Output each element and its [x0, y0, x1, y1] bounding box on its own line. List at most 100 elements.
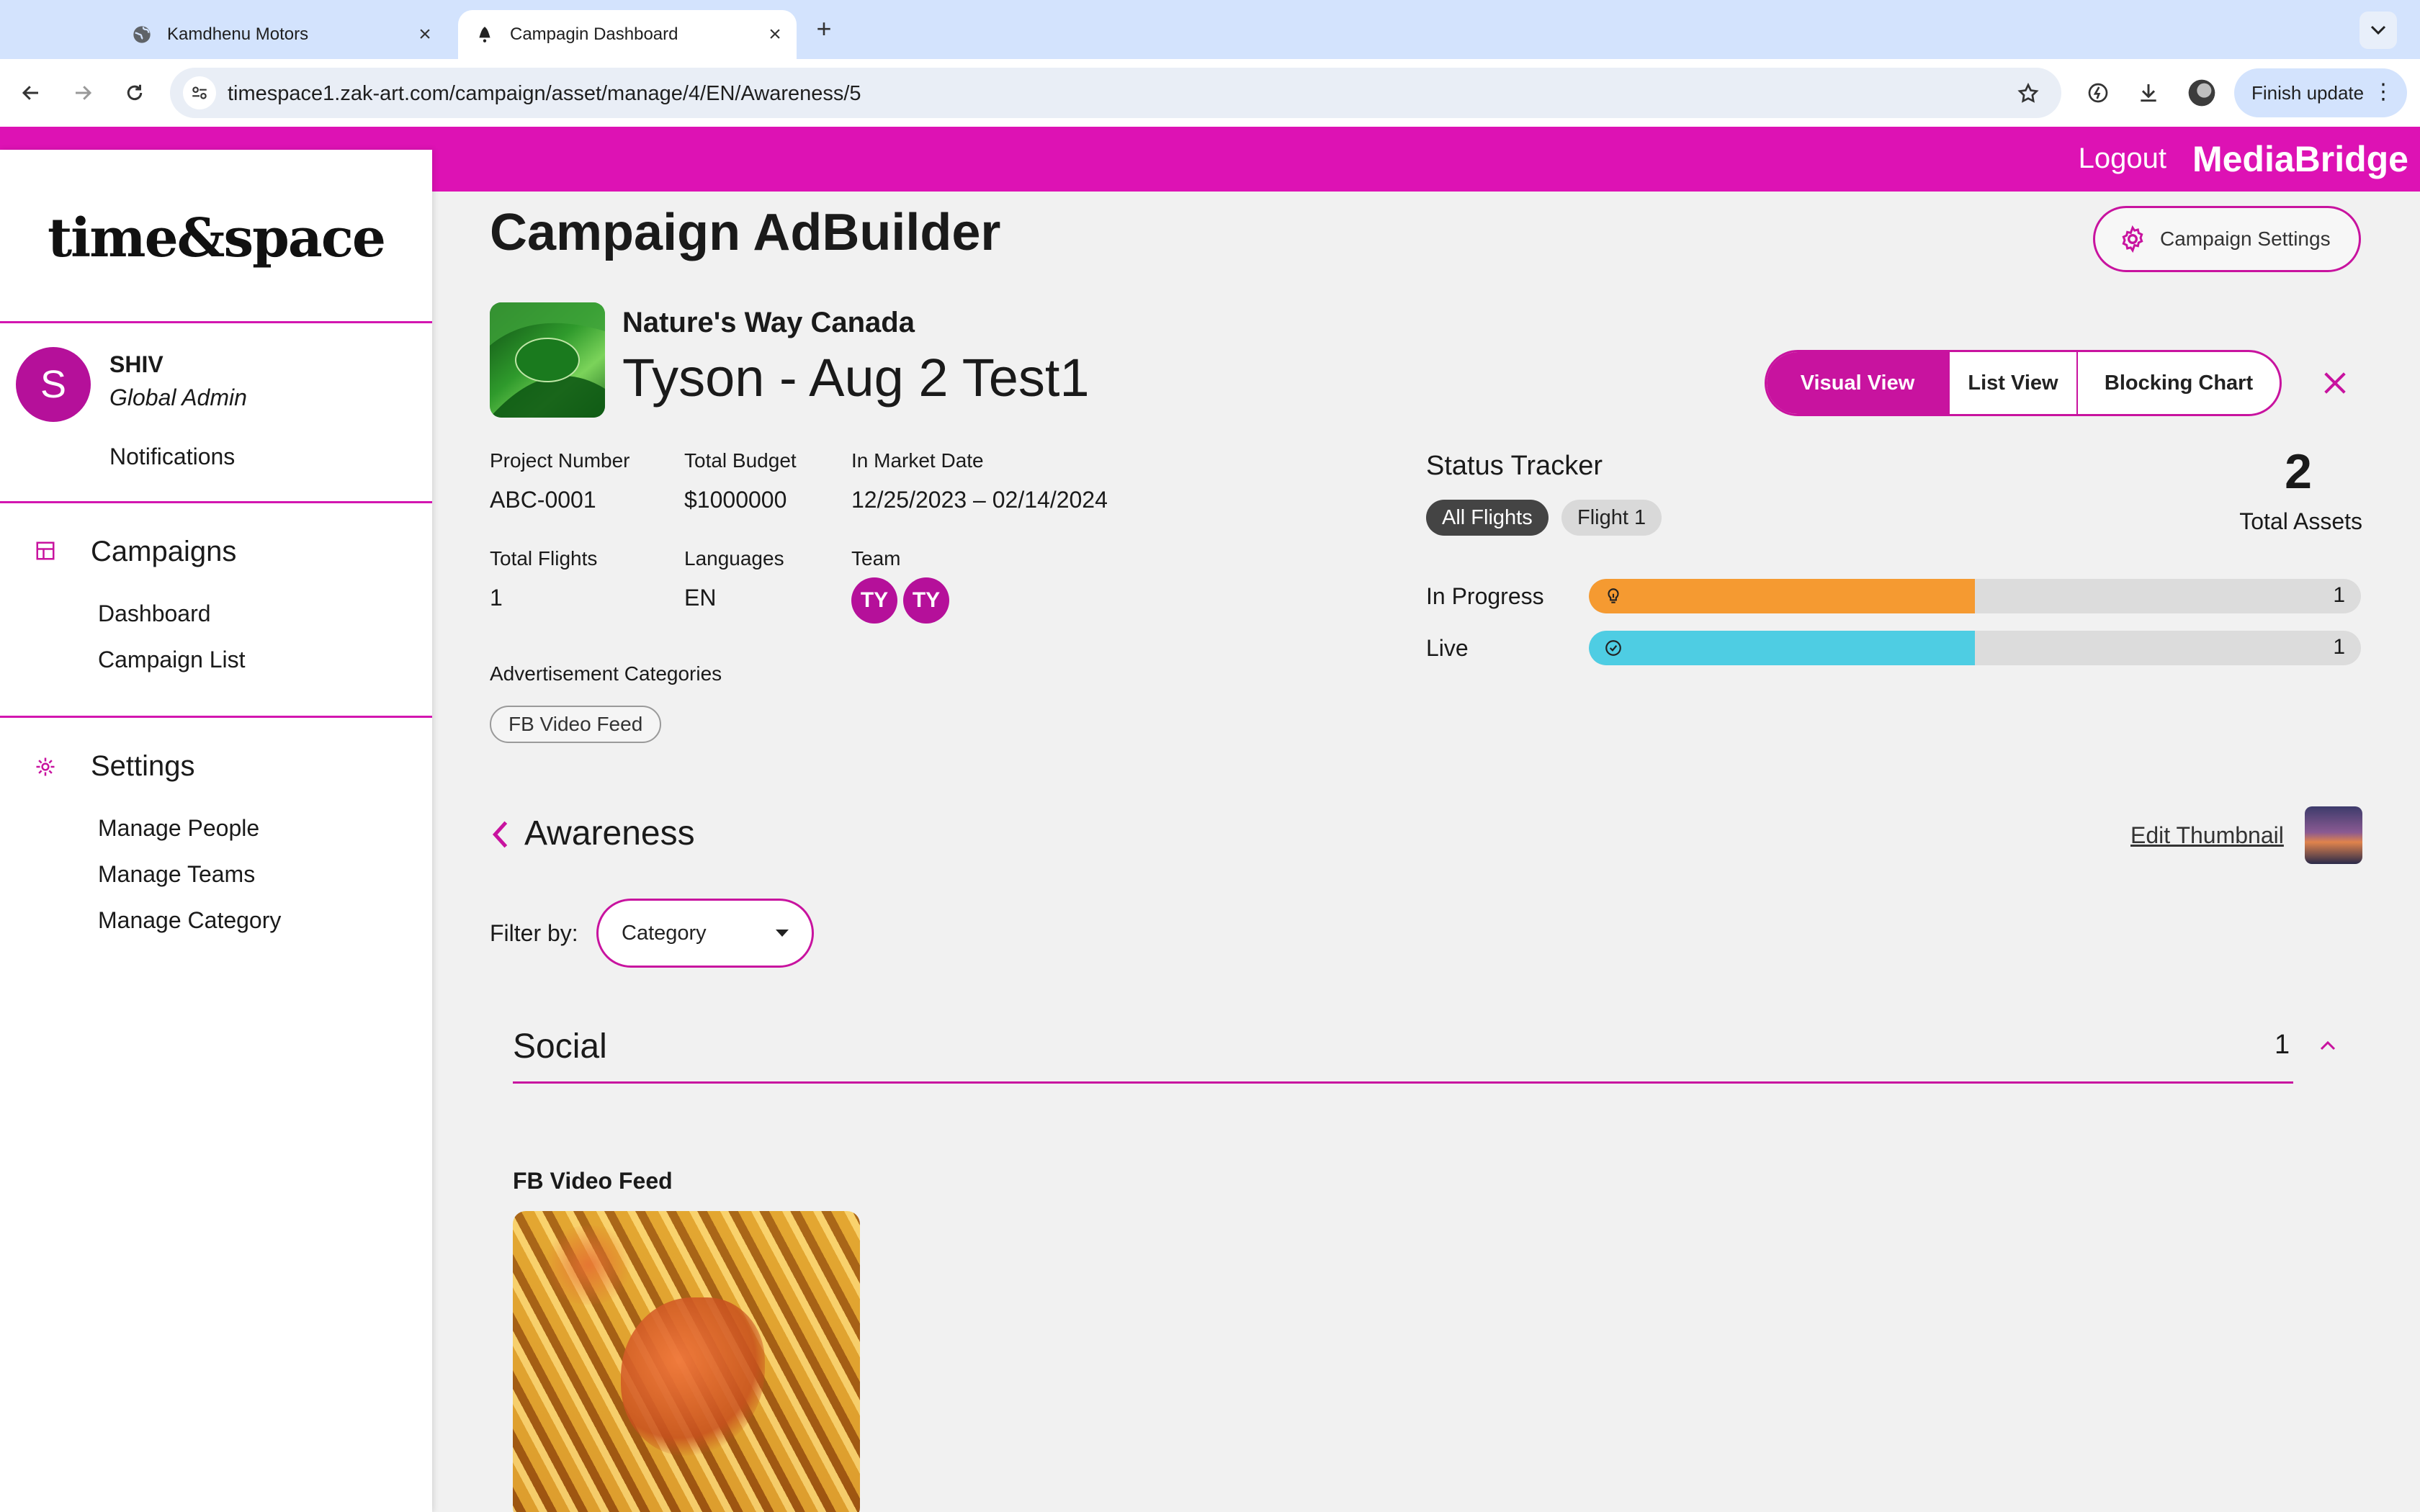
- sidebar-item-dashboard[interactable]: Dashboard: [98, 600, 211, 627]
- finish-update-button[interactable]: Finish update ⋮: [2234, 68, 2407, 117]
- arrow-left-icon: [22, 86, 38, 100]
- sidebar-section-settings[interactable]: Settings: [91, 750, 195, 783]
- campaign-name: Tyson - Aug 2 Test1: [622, 348, 1090, 408]
- campaign-settings-button[interactable]: Campaign Settings: [2093, 206, 2361, 272]
- group-asset-count: 1: [2275, 1030, 2290, 1060]
- tab-label: List View: [1968, 371, 2058, 395]
- filter-label: Filter by:: [490, 920, 578, 946]
- address-bar[interactable]: timespace1.zak-art.com/campaign/asset/ma…: [170, 68, 2061, 118]
- bookmark-star-icon[interactable]: [2014, 79, 2043, 108]
- status-bar-live: 1: [1589, 631, 2361, 665]
- globe-icon: [131, 24, 153, 45]
- finish-update-label: Finish update: [2251, 81, 2365, 104]
- total-budget-value: $1000000: [684, 487, 787, 513]
- tab-blocking-chart[interactable]: Blocking Chart: [2078, 352, 2280, 414]
- tab-title: Kamdhenu Motors: [167, 24, 309, 44]
- extensions-icon[interactable]: [2081, 76, 2115, 109]
- brand-name: MediaBridge: [2192, 139, 2408, 179]
- status-count: 1: [2333, 583, 2345, 607]
- asset-thumbnail[interactable]: [513, 1211, 860, 1512]
- browser-tab-kamdhenu[interactable]: Kamdhenu Motors ×: [115, 10, 447, 59]
- sidebar-item-manage-teams[interactable]: Manage Teams: [98, 861, 255, 888]
- status-label-live: Live: [1426, 635, 1469, 661]
- category-chip: FB Video Feed: [490, 706, 662, 743]
- client-name: Nature's Way Canada: [622, 307, 915, 338]
- browser-toolbar: timespace1.zak-art.com/campaign/asset/ma…: [0, 59, 2420, 127]
- edit-thumbnail-link[interactable]: Edit Thumbnail: [2130, 822, 2284, 849]
- user-role: Global Admin: [109, 384, 247, 410]
- tab-visual-view[interactable]: Visual View: [1767, 352, 1950, 414]
- tab-search-button[interactable]: [2360, 12, 2397, 49]
- view-toggle: Visual View List View Blocking Chart: [1765, 350, 2282, 416]
- close-icon[interactable]: [2316, 364, 2354, 402]
- group-divider: [513, 1081, 2293, 1084]
- more-vert-icon[interactable]: ⋮: [2372, 81, 2394, 103]
- sidebar-item-manage-category[interactable]: Manage Category: [98, 907, 281, 934]
- project-number-label: Project Number: [490, 449, 630, 472]
- user-name: SHIV: [109, 351, 163, 377]
- forward-button[interactable]: [66, 76, 99, 109]
- group-title-social: Social: [513, 1027, 607, 1066]
- sidebar-item-campaign-list[interactable]: Campaign List: [98, 647, 246, 673]
- download-icon[interactable]: [2132, 76, 2165, 109]
- browser-tab-campaign[interactable]: Campagin Dashboard ×: [458, 10, 797, 59]
- team-member-avatar[interactable]: TY: [903, 577, 949, 624]
- site-info-icon[interactable]: [183, 76, 216, 109]
- chevron-down-icon: [2370, 25, 2386, 35]
- status-bar-fill: [1589, 579, 1975, 613]
- status-bar-in-progress: 1: [1589, 579, 2361, 613]
- section-title: Awareness: [524, 814, 695, 852]
- back-button[interactable]: [14, 76, 48, 109]
- total-assets-label: Total Assets: [2239, 508, 2362, 534]
- close-icon[interactable]: ×: [411, 20, 439, 49]
- tab-list-view[interactable]: List View: [1950, 352, 2078, 414]
- logout-link[interactable]: Logout: [2079, 143, 2166, 175]
- gear-icon: [2117, 223, 2148, 255]
- total-flights-label: Total Flights: [490, 547, 598, 570]
- in-market-date-value: 12/25/2023 – 02/14/2024: [851, 487, 1108, 513]
- asset-image-detail: [542, 1225, 635, 1305]
- time-space-logo[interactable]: time&space: [0, 207, 432, 269]
- profile-avatar-icon[interactable]: [2185, 76, 2218, 109]
- new-tab-button[interactable]: +: [810, 14, 838, 43]
- status-tracker-title: Status Tracker: [1426, 451, 1603, 481]
- client-logo-thumbnail: [490, 302, 605, 418]
- browser-tab-bar: Kamdhenu Motors × Campagin Dashboard × +: [0, 0, 2420, 59]
- asset-category-label: FB Video Feed: [513, 1168, 673, 1194]
- reload-button[interactable]: [118, 76, 151, 109]
- close-icon[interactable]: ×: [761, 20, 789, 49]
- page-title: Campaign AdBuilder: [490, 204, 1001, 261]
- status-count: 1: [2333, 635, 2345, 659]
- sidebar-section-campaigns[interactable]: Campaigns: [91, 536, 236, 568]
- caret-down-icon: [776, 930, 789, 937]
- in-market-date-label: In Market Date: [851, 449, 984, 472]
- total-flights-value: 1: [490, 585, 503, 611]
- sidebar-item-notifications[interactable]: Notifications: [109, 444, 235, 470]
- tab-title: Campagin Dashboard: [510, 24, 678, 44]
- chevron-left-icon[interactable]: [487, 818, 513, 851]
- gear-icon: [33, 755, 58, 779]
- tab-label: Visual View: [1800, 371, 1915, 395]
- project-number-value: ABC-0001: [490, 487, 596, 513]
- filter-chip-all-flights[interactable]: All Flights: [1426, 500, 1549, 536]
- filter-chip-flight-1[interactable]: Flight 1: [1561, 500, 1662, 536]
- chevron-up-icon[interactable]: [2316, 1034, 2339, 1057]
- total-budget-label: Total Budget: [684, 449, 797, 472]
- asset-image-detail: [621, 1297, 765, 1456]
- team-member-avatar[interactable]: TY: [851, 577, 897, 624]
- check-circle-icon: [1603, 638, 1623, 658]
- languages-value: EN: [684, 585, 717, 611]
- total-assets-count: 2: [2285, 444, 2312, 499]
- ad-categories-label: Advertisement Categories: [490, 662, 722, 685]
- team-label: Team: [851, 547, 901, 570]
- category-filter-select[interactable]: Category: [596, 899, 814, 968]
- status-bar-fill: [1589, 631, 1975, 665]
- lightbulb-icon: [1603, 586, 1623, 606]
- campaign-settings-label: Campaign Settings: [2160, 228, 2331, 250]
- status-label-in-progress: In Progress: [1426, 583, 1544, 609]
- avatar[interactable]: S: [16, 347, 91, 422]
- section-thumbnail[interactable]: [2305, 806, 2362, 864]
- sidebar-divider: [0, 321, 432, 323]
- sidebar-item-manage-people[interactable]: Manage People: [98, 815, 259, 842]
- bell-icon: [474, 24, 496, 45]
